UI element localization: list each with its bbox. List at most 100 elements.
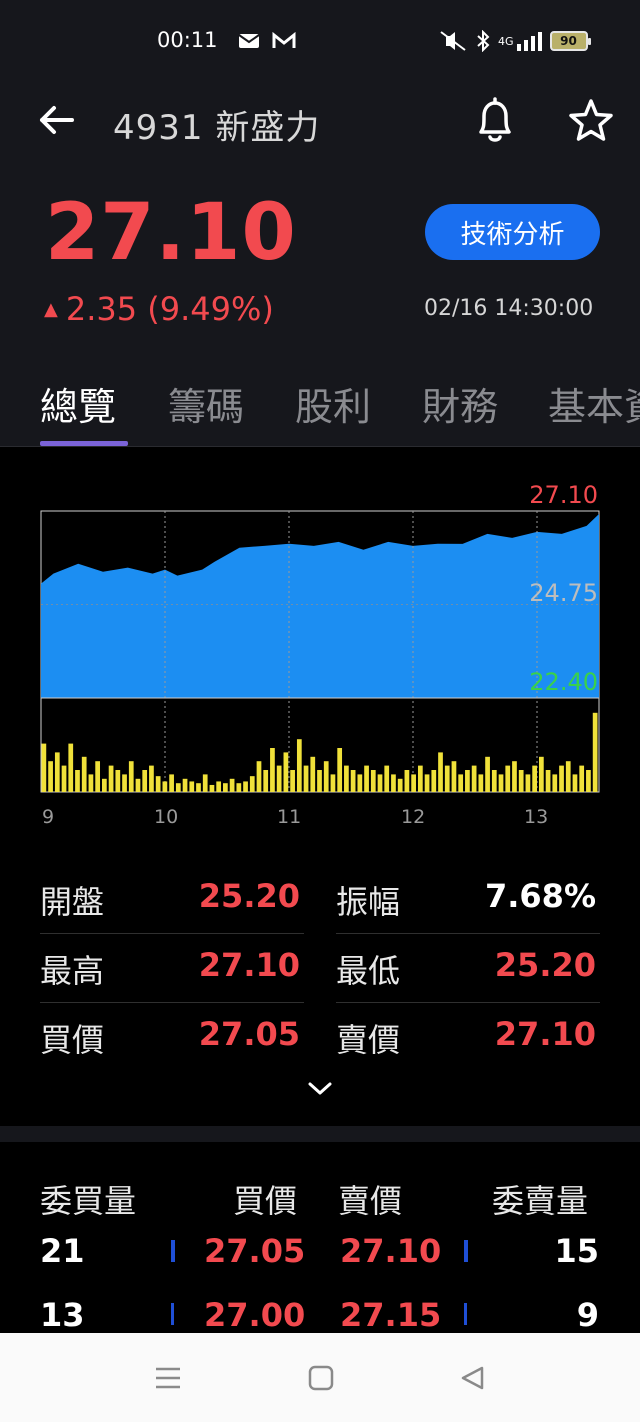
technical-analysis-button[interactable]: 技術分析 bbox=[425, 204, 600, 260]
volume-bar bbox=[592, 712, 598, 792]
volume-bar bbox=[559, 765, 564, 792]
volume-bar bbox=[189, 781, 195, 792]
volume-bar bbox=[337, 748, 343, 792]
status-bar: 00:11 4G 90 bbox=[0, 26, 640, 60]
volume-bar bbox=[54, 752, 60, 792]
stat-value: 25.20 bbox=[198, 877, 300, 915]
bluetooth-icon bbox=[477, 30, 490, 52]
stat-value: 25.20 bbox=[494, 946, 596, 984]
back-triangle-icon[interactable] bbox=[458, 1363, 488, 1393]
stat-value: 27.10 bbox=[198, 946, 300, 984]
stat-low: 最低 25.20 bbox=[336, 934, 600, 1003]
y-label-low: 22.40 bbox=[529, 668, 598, 696]
volume-bar bbox=[41, 743, 47, 792]
stat-ask: 賣價 27.10 bbox=[336, 1003, 600, 1072]
stat-open: 開盤 25.20 bbox=[40, 865, 304, 934]
chevron-down-icon[interactable] bbox=[306, 1076, 334, 1100]
x-tick-label: 10 bbox=[154, 806, 179, 828]
volume-bar bbox=[169, 774, 174, 792]
volume-bar bbox=[565, 761, 571, 792]
ask-price: 27.10 bbox=[340, 1232, 442, 1270]
up-triangle-icon: ▲ bbox=[44, 299, 58, 320]
tab-overview[interactable]: 總覽 bbox=[40, 376, 116, 431]
tab-basic[interactable]: 基本資 bbox=[548, 376, 640, 431]
stat-bid: 買價 27.05 bbox=[40, 1003, 304, 1072]
volume-bar bbox=[438, 752, 443, 792]
tab-dividend[interactable]: 股利 bbox=[295, 376, 371, 431]
stat-label: 開盤 bbox=[40, 883, 105, 921]
volume-bar bbox=[417, 765, 423, 792]
volume-bar bbox=[236, 783, 242, 792]
volume-bar bbox=[290, 770, 295, 792]
volume-bar bbox=[310, 756, 316, 792]
system-nav-bar bbox=[0, 1333, 640, 1422]
volume-bar bbox=[431, 770, 437, 792]
volume-bar bbox=[196, 783, 201, 792]
volume-bar bbox=[263, 770, 269, 792]
stat-label: 振幅 bbox=[336, 883, 401, 921]
volume-bar bbox=[491, 770, 497, 792]
volume-bar bbox=[202, 774, 208, 792]
x-tick-label: 13 bbox=[524, 806, 549, 828]
volume-bar bbox=[377, 774, 383, 792]
volume-bar bbox=[330, 774, 336, 792]
volume-bar bbox=[384, 765, 390, 792]
volume-bar bbox=[108, 765, 114, 792]
star-icon[interactable] bbox=[566, 96, 616, 146]
stat-value: 27.05 bbox=[198, 1015, 300, 1053]
price-area bbox=[41, 514, 599, 698]
volume-bar bbox=[485, 756, 490, 792]
volume-bar bbox=[102, 778, 107, 792]
order-book-header: 買價 bbox=[233, 1182, 298, 1220]
tab-chips[interactable]: 籌碼 bbox=[168, 376, 244, 431]
section-divider bbox=[0, 1126, 640, 1142]
volume-bar bbox=[552, 774, 558, 792]
x-tick-label: 11 bbox=[277, 806, 302, 828]
active-tab-indicator bbox=[40, 441, 128, 446]
x-tick-label: 12 bbox=[401, 806, 426, 828]
volume-bar bbox=[370, 770, 376, 792]
volume-bar bbox=[216, 781, 222, 792]
network-label: 4G bbox=[498, 34, 514, 48]
home-square-icon[interactable] bbox=[306, 1363, 336, 1393]
volume-bar bbox=[209, 784, 215, 792]
ask-qty: 9 bbox=[576, 1296, 599, 1334]
volume-bar bbox=[344, 765, 349, 792]
top-panel: 00:11 4G 90 4931 新盛力 27.10 ▲ 2.35 (9.49%… bbox=[0, 0, 640, 447]
volume-bar bbox=[122, 774, 127, 792]
chart-canvas bbox=[40, 510, 600, 793]
menu-icon[interactable] bbox=[153, 1363, 183, 1393]
order-book-header: 委賣量 bbox=[492, 1182, 589, 1220]
volume-bar bbox=[525, 774, 531, 792]
battery-icon: 90 bbox=[549, 31, 591, 51]
volume-bar bbox=[81, 756, 87, 792]
volume-bar bbox=[128, 761, 134, 792]
volume-bar bbox=[586, 770, 591, 792]
volume-bar bbox=[75, 770, 80, 792]
volume-bar bbox=[68, 743, 74, 792]
bell-icon[interactable] bbox=[472, 96, 518, 146]
y-label-high: 27.10 bbox=[529, 481, 598, 509]
volume-bar bbox=[155, 776, 161, 792]
volume-bar bbox=[357, 774, 363, 792]
volume-bar bbox=[512, 761, 517, 792]
mail-icon bbox=[238, 34, 260, 48]
back-arrow-icon[interactable] bbox=[36, 100, 76, 140]
volume-bar bbox=[364, 765, 369, 792]
bid-price: 27.00 bbox=[204, 1296, 306, 1334]
volume-bar bbox=[270, 748, 275, 792]
volume-bar bbox=[397, 778, 403, 792]
x-tick-label: 9 bbox=[42, 806, 55, 828]
volume-bar bbox=[451, 761, 457, 792]
volume-bar bbox=[323, 761, 329, 792]
price-change-value: 2.35 (9.49%) bbox=[65, 290, 274, 328]
tab-bar: 總覽 籌碼 股利 財務 基本資 bbox=[0, 372, 640, 447]
tab-finance[interactable]: 財務 bbox=[422, 376, 498, 431]
volume-bar bbox=[471, 765, 477, 792]
intraday-chart[interactable]: 27.10 24.75 22.40 9 10 11 12 13 bbox=[0, 480, 640, 840]
page-title: 4931 新盛力 bbox=[113, 108, 321, 148]
volume-bar bbox=[465, 770, 470, 792]
stat-amplitude: 振幅 7.68% bbox=[336, 865, 600, 934]
volume-bar bbox=[391, 774, 396, 792]
volume-bar bbox=[303, 765, 309, 792]
